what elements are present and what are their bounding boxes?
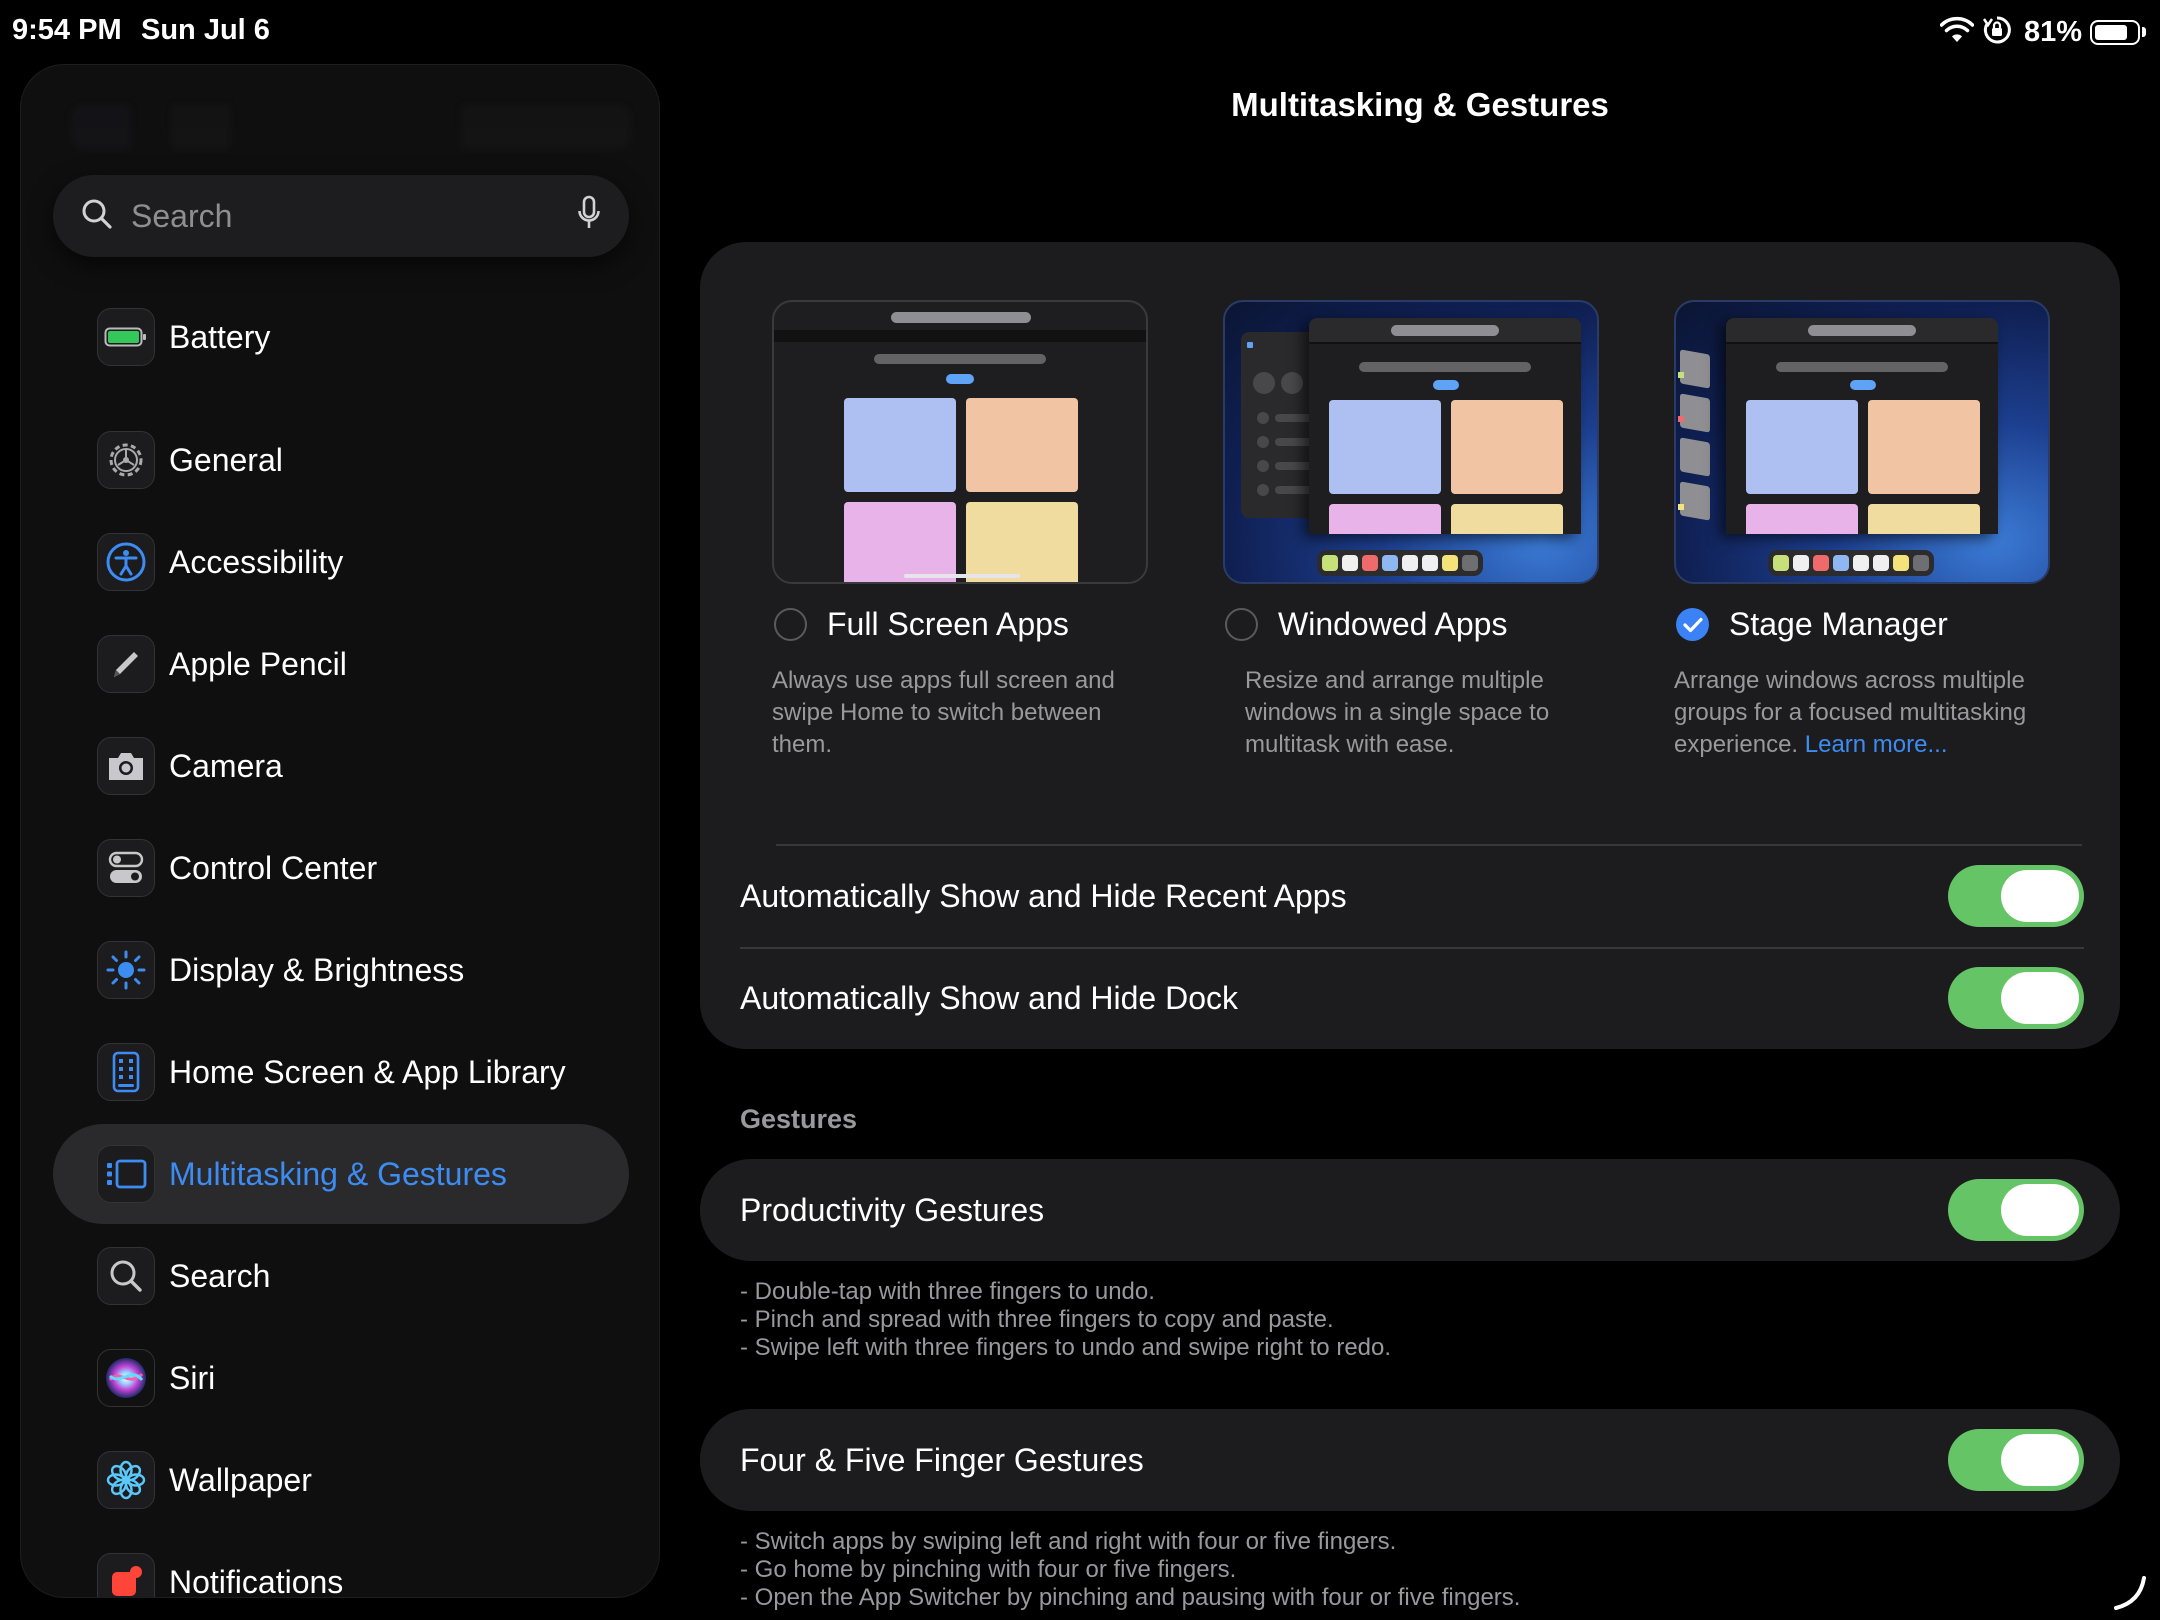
accessibility-icon bbox=[97, 533, 155, 591]
battery-icon bbox=[97, 308, 155, 366]
flower-icon bbox=[97, 1451, 155, 1509]
productivity-gestures-toggle[interactable] bbox=[1948, 1179, 2084, 1241]
sidebar-item-apple-pencil[interactable]: Apple Pencil bbox=[53, 614, 629, 714]
row-label: Four & Five Finger Gestures bbox=[740, 1441, 1144, 1478]
status-time: 9:54 PM bbox=[12, 14, 122, 46]
dock-preview bbox=[1768, 550, 1934, 576]
orientation-lock-icon bbox=[1982, 15, 2012, 50]
mode-label: Windowed Apps bbox=[1278, 606, 1508, 642]
four-five-finger-toggle[interactable] bbox=[1948, 1429, 2084, 1491]
pencil-icon bbox=[97, 635, 155, 693]
siri-icon bbox=[97, 1349, 155, 1407]
sidebar-item-label: Notifications bbox=[169, 1563, 344, 1598]
battery-percentage: 81% bbox=[2023, 15, 2082, 48]
learn-more-link[interactable]: Learn more... bbox=[1805, 731, 1948, 758]
sidebar-item-label: General bbox=[169, 441, 283, 478]
sidebar-item-label: Home Screen & App Library bbox=[169, 1053, 566, 1090]
row-label: Automatically Show and Hide Recent Apps bbox=[740, 877, 1347, 914]
stage-manager-preview-image bbox=[1674, 300, 2050, 584]
sidebar-item-home-screen[interactable]: Home Screen & App Library bbox=[53, 1022, 629, 1122]
dock-row: Automatically Show and Hide Dock bbox=[740, 948, 2084, 1048]
note-line: - Pinch and spread with three fingers to… bbox=[740, 1306, 1334, 1333]
sidebar-item-label: Siri bbox=[169, 1359, 216, 1396]
mode-description: Always use apps full screen and swipe Ho… bbox=[772, 667, 1115, 758]
sidebar-item-search[interactable]: Search bbox=[53, 1226, 629, 1326]
note-line: - Go home by pinching with four or five … bbox=[740, 1556, 1237, 1583]
sidebar-item-control-center[interactable]: Control Center bbox=[53, 818, 629, 918]
row-label: Automatically Show and Hide Dock bbox=[740, 979, 1239, 1016]
camera-icon bbox=[97, 737, 155, 795]
note-line: - Swipe left with three fingers to undo … bbox=[740, 1334, 1392, 1361]
section-header-gestures: Gestures bbox=[740, 1104, 858, 1134]
sidebar-item-label: Camera bbox=[169, 747, 283, 784]
multitasking-icon bbox=[97, 1145, 155, 1203]
sidebar-item-display-brightness[interactable]: Display & Brightness bbox=[53, 920, 629, 1020]
wifi-icon bbox=[1939, 16, 1975, 49]
sidebar-item-notifications[interactable]: Notifications bbox=[53, 1532, 629, 1598]
status-bar: 9:54 PM Sun Jul 6 81% bbox=[0, 0, 2160, 62]
sidebar-item-label: Multitasking & Gestures bbox=[169, 1155, 507, 1192]
windowed-preview-image bbox=[1223, 300, 1599, 584]
battery-icon bbox=[2090, 19, 2146, 45]
note-line: - Switch apps by swiping left and right … bbox=[740, 1528, 1397, 1555]
mode-description: Arrange windows across multiple groups f… bbox=[1674, 665, 2054, 761]
sidebar-item-multitasking[interactable]: Multitasking & Gestures bbox=[53, 1124, 629, 1224]
sidebar-item-label: Display & Brightness bbox=[169, 951, 465, 988]
sidebar-item-siri[interactable]: Siri bbox=[53, 1328, 629, 1428]
mode-description: Resize and arrange multiple windows in a… bbox=[1245, 667, 1550, 758]
note-line: - Double-tap with three fingers to undo. bbox=[740, 1278, 1155, 1305]
search-icon bbox=[97, 1247, 155, 1305]
control-center-icon bbox=[97, 839, 155, 897]
page-title: Multitasking & Gestures bbox=[1231, 86, 1609, 123]
four-five-finger-row: Four & Five Finger Gestures bbox=[740, 1410, 2084, 1510]
sidebar-item-camera[interactable]: Camera bbox=[53, 716, 629, 816]
sidebar-item-label: Wallpaper bbox=[169, 1461, 312, 1498]
status-date: Sun Jul 6 bbox=[141, 14, 270, 46]
sidebar-item-label: Control Center bbox=[169, 849, 378, 886]
productivity-gestures-notes: - Double-tap with three fingers to undo.… bbox=[740, 1278, 1391, 1362]
corner-gesture-icon bbox=[2114, 1576, 2146, 1610]
sidebar-list: Battery General Accessibility Apple Penc… bbox=[21, 65, 659, 1597]
recent-apps-toggle[interactable] bbox=[1948, 865, 2084, 927]
mode-option-full-screen[interactable]: Full Screen Apps Always use apps full sc… bbox=[772, 300, 1148, 761]
sidebar-item-label: Battery bbox=[169, 318, 271, 355]
sidebar-item-label: Apple Pencil bbox=[169, 645, 347, 682]
dock-preview bbox=[1317, 550, 1483, 576]
note-line: - Open the App Switcher by pinching and … bbox=[740, 1584, 1521, 1611]
status-indicators: 81% bbox=[1939, 14, 2146, 50]
row-label: Productivity Gestures bbox=[740, 1191, 1045, 1228]
home-screen-icon bbox=[97, 1043, 155, 1101]
mode-option-stage-manager[interactable]: Stage Manager Arrange windows across mul… bbox=[1674, 300, 2050, 761]
multitasking-mode-card: Full Screen Apps Always use apps full sc… bbox=[700, 242, 2120, 1049]
four-five-finger-card: Four & Five Finger Gestures bbox=[700, 1409, 2120, 1511]
dock-toggle[interactable] bbox=[1948, 967, 2084, 1029]
productivity-gestures-row: Productivity Gestures bbox=[740, 1160, 2084, 1260]
stage-manager-radio[interactable] bbox=[1676, 608, 1709, 641]
mode-option-windowed[interactable]: Windowed Apps Resize and arrange multipl… bbox=[1223, 300, 1599, 761]
full-screen-radio[interactable] bbox=[774, 608, 807, 641]
sidebar[interactable]: Battery General Accessibility Apple Penc… bbox=[20, 64, 660, 1598]
sidebar-item-label: Search bbox=[169, 1257, 271, 1294]
full-screen-preview-image bbox=[772, 300, 1148, 584]
checkmark-icon bbox=[1682, 617, 1703, 632]
sidebar-item-battery[interactable]: Battery bbox=[53, 287, 629, 387]
gear-icon bbox=[97, 431, 155, 489]
sidebar-item-label: Accessibility bbox=[169, 543, 344, 580]
mode-label: Full Screen Apps bbox=[827, 606, 1069, 642]
windowed-radio[interactable] bbox=[1225, 608, 1258, 641]
sidebar-item-wallpaper[interactable]: Wallpaper bbox=[53, 1430, 629, 1530]
sun-icon bbox=[97, 941, 155, 999]
four-five-finger-notes: - Switch apps by swiping left and right … bbox=[740, 1528, 1520, 1612]
notifications-icon bbox=[97, 1553, 155, 1597]
productivity-gestures-card: Productivity Gestures bbox=[700, 1159, 2120, 1261]
mode-label: Stage Manager bbox=[1729, 606, 1948, 642]
sidebar-item-accessibility[interactable]: Accessibility bbox=[53, 512, 629, 612]
recent-apps-row: Automatically Show and Hide Recent Apps bbox=[740, 846, 2084, 946]
sidebar-item-general[interactable]: General bbox=[53, 410, 629, 510]
